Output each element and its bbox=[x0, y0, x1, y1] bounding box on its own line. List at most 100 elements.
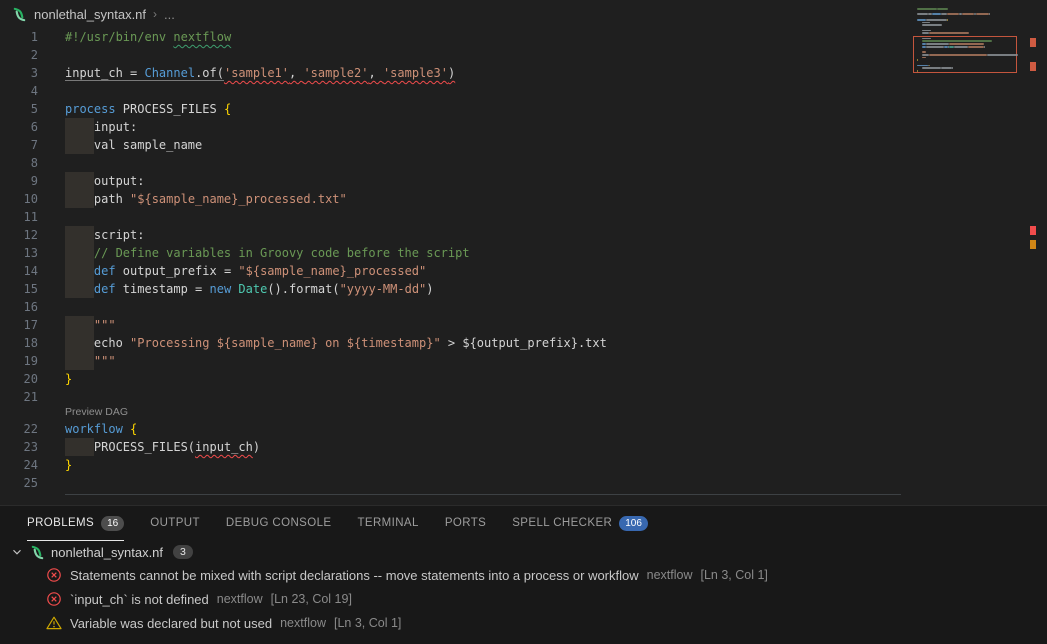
line-number: 8 bbox=[0, 154, 65, 172]
line-number: 6 bbox=[0, 118, 65, 136]
minimap-line-bar bbox=[932, 13, 941, 15]
code-token: "${sample_name}_processed.txt" bbox=[130, 192, 347, 206]
minimap-line-bar bbox=[922, 67, 941, 69]
code-line-15[interactable]: 15def timestamp = new Date().format("yyy… bbox=[0, 280, 1047, 298]
code-token: } bbox=[65, 372, 72, 386]
code-text: echo "Processing ${sample_name} on ${tim… bbox=[65, 334, 607, 352]
code-line-21[interactable]: 21 bbox=[0, 388, 1047, 406]
code-line-18[interactable]: 18echo "Processing ${sample_name} on ${t… bbox=[0, 334, 1047, 352]
code-line-7[interactable]: 7val sample_name bbox=[0, 136, 1047, 154]
code-text: } bbox=[65, 370, 72, 388]
minimap-line-bar bbox=[922, 30, 931, 32]
code-token: nextflow bbox=[173, 30, 231, 44]
problems-file-name: nonlethal_syntax.nf bbox=[51, 545, 163, 560]
minimap-line-bar bbox=[989, 13, 990, 15]
code-line-17[interactable]: 17""" bbox=[0, 316, 1047, 334]
code-line-22[interactable]: 22workflow { bbox=[0, 420, 1047, 438]
code-line-14[interactable]: 14def output_prefix = "${sample_name}_pr… bbox=[0, 262, 1047, 280]
code-line-11[interactable]: 11 bbox=[0, 208, 1047, 226]
minimap-line-bar bbox=[922, 22, 930, 24]
code-text: val sample_name bbox=[65, 136, 202, 154]
code-token: { bbox=[224, 102, 231, 116]
tab-spell-checker[interactable]: SPELL CHECKER 106 bbox=[512, 506, 648, 541]
problem-item[interactable]: Variable was declared but not used nextf… bbox=[0, 611, 1047, 635]
code-line-3[interactable]: 3input_ch = Channel.of('sample1', 'sampl… bbox=[0, 64, 1047, 82]
line-number: 4 bbox=[0, 82, 65, 100]
indent-highlight bbox=[65, 262, 94, 280]
minimap-line-bar bbox=[947, 13, 959, 15]
code-text: def timestamp = new Date().format("yyyy-… bbox=[65, 280, 434, 298]
code-line-4[interactable]: 4 bbox=[0, 82, 1047, 100]
code-token: "yyyy-MM-dd" bbox=[340, 282, 427, 296]
minimap-line-bar bbox=[941, 67, 952, 69]
code-token: input_ch bbox=[195, 440, 253, 454]
minimap-line-bar bbox=[926, 46, 944, 48]
code-line-20[interactable]: 20} bbox=[0, 370, 1047, 388]
code-line-19[interactable]: 19""" bbox=[0, 352, 1047, 370]
tab-output[interactable]: OUTPUT bbox=[150, 506, 200, 541]
problem-item[interactable]: Statements cannot be mixed with script d… bbox=[0, 563, 1047, 587]
code-text: PROCESS_FILES(input_ch) bbox=[65, 438, 260, 456]
line-number: 19 bbox=[0, 352, 65, 370]
code-token: , bbox=[368, 66, 382, 80]
code-text: output: bbox=[65, 172, 144, 190]
code-line-5[interactable]: 5process PROCESS_FILES { bbox=[0, 100, 1047, 118]
codelens-preview-dag[interactable]: Preview DAG bbox=[0, 406, 1047, 420]
code-line-25[interactable]: 25 bbox=[0, 474, 1047, 492]
error-icon bbox=[46, 567, 62, 583]
code-line-2[interactable]: 2 bbox=[0, 46, 1047, 64]
code-token: ) bbox=[448, 66, 455, 80]
code-token: script: bbox=[94, 228, 145, 242]
line-number: 22 bbox=[0, 420, 65, 438]
code-line-16[interactable]: 16 bbox=[0, 298, 1047, 316]
problem-item[interactable]: `input_ch` is not defined nextflow [Ln 2… bbox=[0, 587, 1047, 611]
code-token: process bbox=[65, 102, 116, 116]
minimap-line-bar bbox=[954, 46, 968, 48]
code-text: """ bbox=[65, 316, 116, 334]
chevron-right-icon: › bbox=[153, 7, 157, 21]
problem-message: Variable was declared but not used bbox=[70, 616, 272, 631]
line-number: 25 bbox=[0, 474, 65, 492]
line-number: 24 bbox=[0, 456, 65, 474]
indent-highlight bbox=[65, 172, 94, 190]
code-token: """ bbox=[94, 318, 116, 332]
tab-problems[interactable]: PROBLEMS 16 bbox=[27, 506, 124, 541]
code-line-9[interactable]: 9output: bbox=[0, 172, 1047, 190]
code-line-8[interactable]: 8 bbox=[0, 154, 1047, 172]
indent-highlight bbox=[65, 226, 94, 244]
tab-ports[interactable]: PORTS bbox=[445, 506, 486, 541]
tab-debug-console[interactable]: DEBUG CONSOLE bbox=[226, 506, 332, 541]
minimap-line-bar bbox=[922, 51, 926, 53]
minimap-line-bar bbox=[987, 54, 1018, 56]
code-line-13[interactable]: 13// Define variables in Groovy code bef… bbox=[0, 244, 1047, 262]
code-text: script: bbox=[65, 226, 144, 244]
minimap-line-bar bbox=[976, 13, 988, 15]
minimap-line-bar bbox=[947, 19, 948, 21]
tab-terminal[interactable]: TERMINAL bbox=[357, 506, 418, 541]
line-number: 14 bbox=[0, 262, 65, 280]
code-token: val sample_name bbox=[94, 138, 202, 152]
minimap-line-bar bbox=[949, 43, 984, 45]
minimap[interactable] bbox=[913, 8, 1025, 78]
code-text: } bbox=[65, 456, 72, 474]
code-token: def bbox=[94, 264, 116, 278]
minimap-line-bar bbox=[926, 19, 946, 21]
line-number: 11 bbox=[0, 208, 65, 226]
code-line-12[interactable]: 12script: bbox=[0, 226, 1047, 244]
minimap-line-bar bbox=[926, 43, 949, 45]
indent-highlight bbox=[65, 316, 94, 334]
code-text: process PROCESS_FILES { bbox=[65, 100, 231, 118]
problems-file-row[interactable]: nonlethal_syntax.nf 3 bbox=[0, 541, 1047, 563]
code-line-1[interactable]: 1#!/usr/bin/env nextflow bbox=[0, 28, 1047, 46]
code-editor[interactable]: 1#!/usr/bin/env nextflow23input_ch = Cha… bbox=[0, 28, 1047, 495]
line-number: 18 bbox=[0, 334, 65, 352]
problem-location: [Ln 3, Col 1] bbox=[334, 616, 401, 630]
code-token: 'sample3' bbox=[383, 66, 448, 80]
code-line-10[interactable]: 10path "${sample_name}_processed.txt" bbox=[0, 190, 1047, 208]
tab-problems-label: PROBLEMS bbox=[27, 517, 94, 529]
code-line-24[interactable]: 24} bbox=[0, 456, 1047, 474]
breadcrumb-file-name[interactable]: nonlethal_syntax.nf bbox=[34, 7, 146, 22]
code-line-6[interactable]: 6input: bbox=[0, 118, 1047, 136]
breadcrumb-more[interactable]: ... bbox=[164, 7, 175, 22]
code-line-23[interactable]: 23PROCESS_FILES(input_ch) bbox=[0, 438, 1047, 456]
